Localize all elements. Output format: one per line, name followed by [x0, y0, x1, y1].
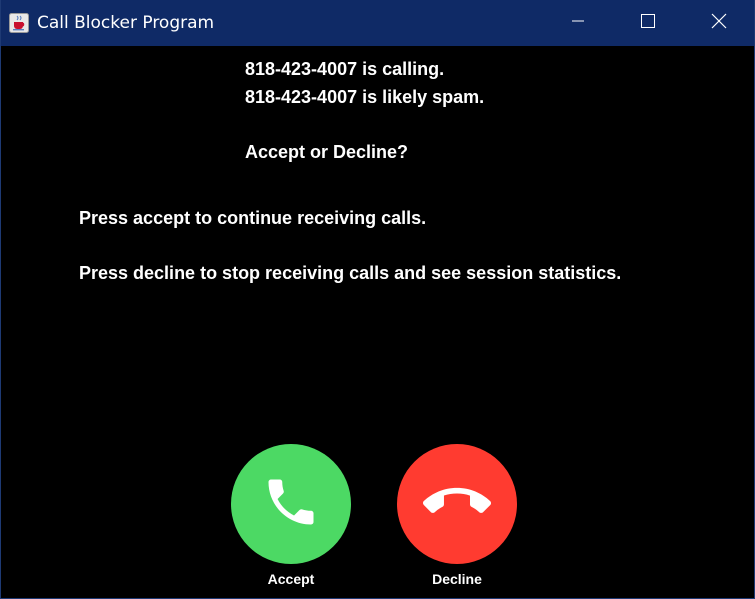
spam-warning: 818-423-4007 is likely spam. [245, 87, 485, 107]
close-icon [711, 13, 727, 34]
decline-label: Decline [432, 571, 482, 587]
minimize-button[interactable] [543, 0, 613, 46]
decline-hint: Press decline to stop receiving calls an… [79, 263, 622, 283]
accept-button[interactable] [231, 444, 351, 564]
phone-icon [261, 472, 321, 537]
accept-label: Accept [267, 571, 315, 587]
accept-hint: Press accept to continue receiving calls… [79, 208, 427, 228]
close-button[interactable] [684, 0, 754, 46]
maximize-button[interactable] [613, 0, 683, 46]
decline-button[interactable] [397, 444, 517, 564]
phone-hangup-icon [422, 468, 491, 541]
window-title: Call Blocker Program [37, 13, 215, 33]
java-cup-icon [9, 13, 29, 33]
caller-message: 818-423-4007 is calling. [245, 59, 445, 79]
minimize-icon [572, 14, 584, 32]
call-blocker-window: Call Blocker Program 818-423-4007 is cal… [0, 0, 755, 599]
maximize-icon [641, 13, 655, 33]
decision-prompt: Accept or Decline? [245, 142, 409, 162]
title-bar[interactable]: Call Blocker Program [1, 0, 754, 46]
